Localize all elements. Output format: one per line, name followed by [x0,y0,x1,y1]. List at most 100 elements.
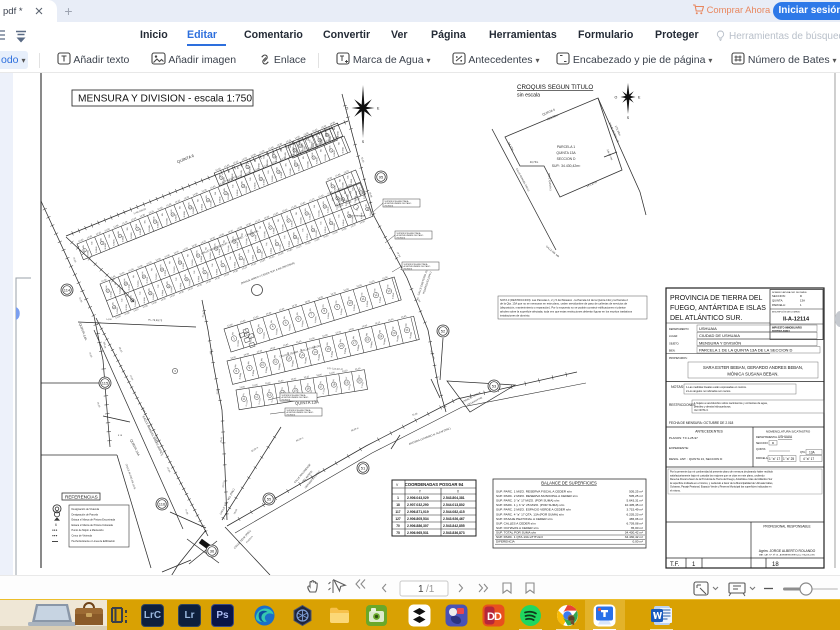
svg-text:N.NNN: N.NNN [343,146,345,153]
svg-text:PARCELA 1 DE LA QUINTA 13A DE: PARCELA 1 DE LA QUINTA 13A DE LA SECCION… [699,348,793,353]
svg-text:N.NNN: N.NNN [135,300,137,307]
svg-text:N.NNN: N.NNN [351,178,353,185]
svg-text:N.NNN: N.NNN [250,166,252,173]
svg-text:NN: NN [387,284,389,288]
svg-text:N.NNN: N.NNN [321,139,323,146]
svg-text:N.NNN: N.NNN [262,251,264,258]
svg-text:MENSURA Y DIVISIÓN: MENSURA Y DIVISIÓN [699,340,741,345]
svg-text:N.NNN: N.NNN [147,276,149,283]
svg-text:Ochavas, Pasaje Peatonal, Espa: Ochavas, Pasaje Peatonal, Espacio Verde … [670,486,772,489]
svg-text:117: 117 [395,510,400,514]
svg-text:N.NNN: N.NNN [120,287,122,294]
svg-text:NN: NN [293,146,295,149]
svg-text:NN: NN [189,202,191,205]
svg-text:MENSURA Y DIVISION - escala 1:: MENSURA Y DIVISION - escala 1:750 [78,94,252,105]
svg-text:N.NNN: N.NNN [328,206,330,213]
svg-text:N.NNN: N.NNN [202,203,204,210]
svg-text:NN: NN [167,281,169,284]
svg-text:NN: NN [194,270,196,273]
svg-text:24: 24 [167,286,170,289]
svg-text:CALLE MB. MB: CALLE MB. MB [545,245,560,258]
svg-text:NN: NN [336,194,338,197]
svg-text:N.NNN: N.NNN [264,231,266,238]
svg-text:21: 21 [143,276,146,279]
svg-text:NN: NN [140,291,142,294]
svg-text:N.NNN: N.NNN [354,304,357,311]
svg-text:NN: NN [235,364,237,368]
svg-text:6: 6 [297,316,300,320]
svg-text:NN: NN [180,206,182,209]
svg-text:8 18: 8 18 [118,435,123,437]
svg-text:N.NNN: N.NNN [105,242,107,249]
svg-text:N.NNN: N.NNN [272,175,274,182]
svg-text:(disposición, mantenimiento o: (disposición, mantenimiento o reparación… [500,306,626,310]
svg-text:BALANCE DE SUPERFICIES: BALANCE DE SUPERFICIES [541,481,597,486]
svg-text:2.544.082,415: 2.544.082,415 [443,510,465,514]
svg-text:NN: NN [287,215,289,218]
svg-text:NN: NN [339,214,341,217]
svg-text:NN: NN [305,208,307,211]
svg-text:17: 17 [107,290,110,293]
svg-text:2.543.842,855: 2.543.842,855 [443,524,465,528]
svg-text:23: 23 [161,269,164,272]
svg-text:QUINTA 14A: QUINTA 14A [78,322,88,341]
svg-text:SUP. OCHAVAS A CEDER s/m: SUP. OCHAVAS A CEDER s/m [496,526,539,530]
svg-text:6: 6 [55,523,57,527]
svg-text:8: 8 [323,308,326,312]
svg-text:14,01: 14,01 [129,375,134,382]
svg-text:170--123.167,27: 170--123.167,27 [327,368,344,371]
svg-text:N.NNN: N.NNN [316,157,318,164]
svg-text:3.715,49 m²: 3.715,49 m² [626,508,643,512]
svg-text:N.NNN: N.NNN [126,303,128,310]
svg-text:N.NNN: N.NNN [271,247,273,254]
svg-text:NN: NN [353,336,355,340]
svg-text:11: 11 [306,213,309,216]
svg-text:N.NNN: N.NNN [234,261,236,268]
svg-text:15,98: 15,98 [166,467,171,474]
svg-text:147,27m: 147,27m [585,180,598,189]
svg-text:N.NNN: N.NNN [266,366,269,373]
svg-text:N.NNN: N.NNN [131,232,133,239]
svg-text:FECHA DE MENSURA: OCTUBRE DE 2: FECHA DE MENSURA: OCTUBRE DE 2.018 [669,421,734,425]
svg-text:▬▬: ▬▬ [52,539,58,543]
svg-text:NN: NN [348,175,350,178]
svg-text:NN: NN [392,326,394,330]
svg-text:QUINTA 6: QUINTA 6 [176,153,195,165]
svg-text:N.NNN: N.NNN [201,255,203,262]
svg-text:N.NNN: N.NNN [341,308,344,315]
svg-text:NN: NN [310,139,312,142]
svg-text:NN: NN [233,184,235,187]
svg-text:INSCRIPCIÓN DE DOMINIO: INSCRIPCIÓN DE DOMINIO [772,311,800,314]
svg-text:DEPARTAMENTO:: DEPARTAMENTO: [669,328,689,331]
svg-text:E: E [377,106,380,110]
svg-text:N.NNN: N.NNN [246,238,248,245]
svg-text:N.NNN: N.NNN [232,173,234,180]
svg-text:30,00: 30,00 [360,157,364,164]
svg-text:NN: NN [178,257,180,260]
svg-text:1-Sujeto a servidumbre sobre n: 1-Sujeto a servidumbre sobre nacimientos… [694,401,768,405]
svg-text:10,61: 10,61 [223,481,226,487]
svg-text:2-Los ángulos no indicados son: 2-Los ángulos no indicados son rectos. [686,389,731,393]
svg-text:NN: NN [294,384,297,388]
svg-text:N.NNN: N.NNN [263,178,265,185]
svg-text:NN: NN [320,380,323,384]
svg-text:2.906.965,531: 2.906.965,531 [407,531,429,535]
svg-text:N.NNN: N.NNN [138,280,140,287]
svg-text:95: 95 [379,174,384,179]
svg-text:N.NNN: N.NNN [237,241,239,248]
svg-text:NN: NN [101,237,103,240]
svg-text:1: 1 [84,250,86,252]
svg-text:O: O [615,95,618,99]
svg-text:N.NNN: N.NNN [144,296,146,303]
svg-text:0,00 m²: 0,00 m² [633,540,644,544]
svg-text:N.NNN: N.NNN [298,237,300,244]
svg-text:18: 18 [366,208,369,211]
svg-text:13: 13 [189,207,192,210]
svg-text:N.NNN: N.NNN [123,235,125,242]
svg-text:N.NNN: N.NNN [175,214,177,221]
svg-text:N.NNN: N.NNN [348,194,350,201]
svg-text:N.NNN: N.NNN [246,185,248,192]
svg-text:SUP. TOTAL POR SUMA s/m: SUP. TOTAL POR SUMA s/m [496,530,537,534]
svg-text:CROQUIS SEGUN TITULO: CROQUIS SEGUN TITULO [517,84,593,91]
svg-text:PLANOS: T.F.1-25-97: PLANOS: T.F.1-25-97 [669,436,698,440]
